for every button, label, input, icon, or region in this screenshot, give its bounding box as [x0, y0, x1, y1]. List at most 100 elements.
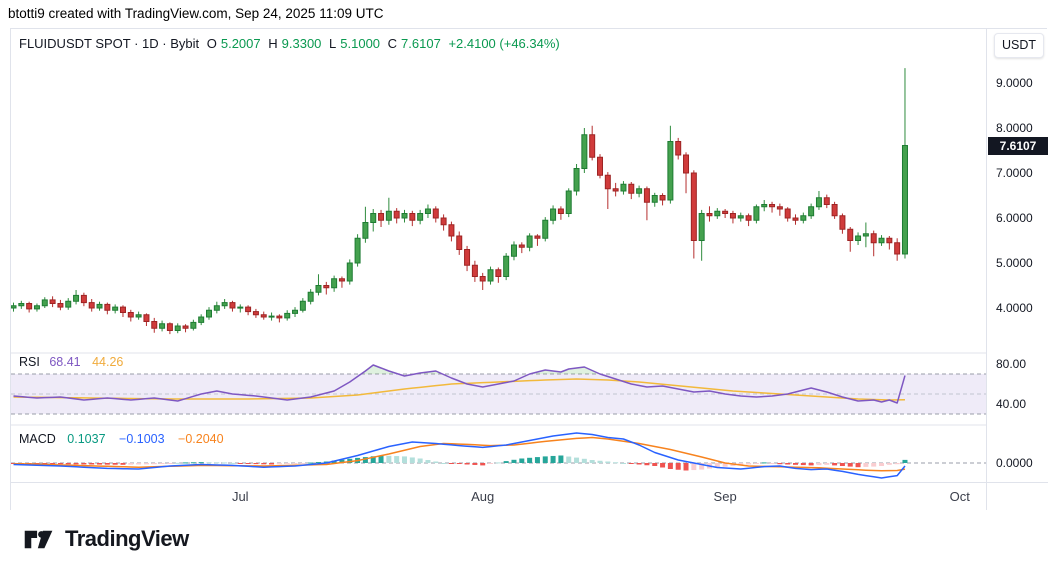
time-axis-label-Sep: Sep [714, 489, 737, 504]
macd-title: MACD [19, 432, 56, 446]
candle-body [746, 216, 751, 221]
candle-body [644, 189, 649, 203]
candle-body [582, 135, 587, 169]
macd-hist-bar [856, 463, 861, 467]
candle-body [543, 220, 548, 238]
macd-hist-bar [652, 463, 657, 466]
candle-body [551, 209, 556, 220]
macd-hist-bar [293, 463, 298, 464]
rsi-tick-40.00: 40.00 [996, 396, 1026, 412]
candle-body [801, 216, 806, 221]
candle-body [535, 236, 540, 238]
candle-body [558, 209, 563, 214]
macd-hist-value: 0.1037 [67, 432, 105, 446]
candle-body [238, 307, 243, 308]
macd-hist-bar [582, 459, 587, 463]
macd-hist-bar [801, 463, 806, 465]
macd-hist-bar [832, 463, 837, 465]
candle-body [754, 207, 759, 221]
rsi-legend[interactable]: RSI 68.41 44.26 [19, 355, 123, 369]
macd-hist-bar [238, 463, 243, 464]
macd-hist-bar [160, 463, 165, 464]
macd-tick-0.0000: 0.0000 [996, 455, 1033, 471]
candle-body [246, 307, 251, 312]
macd-hist-bar [144, 463, 149, 464]
candle-body [824, 198, 829, 205]
candle-body [684, 155, 689, 173]
candle-body [777, 207, 782, 209]
price-axis[interactable]: USDT 9.00008.00007.00006.00005.00004.000… [986, 29, 1048, 482]
macd-hist-bar [762, 462, 767, 463]
candle-body [89, 303, 94, 308]
candle-body [879, 238, 884, 243]
candle-body [770, 205, 775, 207]
macd-hist-bar [574, 458, 579, 463]
time-axis-label-Oct: Oct [950, 489, 970, 504]
candle-body [207, 310, 212, 317]
candle-body [191, 322, 196, 328]
time-axis[interactable]: JulAugSepOct [11, 482, 986, 510]
close-value: 7.6107 [401, 36, 441, 51]
candle-body [402, 214, 407, 219]
candle-body [50, 300, 55, 304]
candle-body [167, 324, 172, 331]
change-value: +2.4100 (+46.34%) [448, 36, 559, 51]
candle-body [113, 307, 118, 310]
candle-body [42, 300, 47, 306]
macd-hist-bar [777, 463, 782, 464]
candle-body [379, 214, 384, 221]
macd-hist-bar [441, 463, 446, 464]
candle-body [120, 307, 125, 312]
candle-body [605, 175, 610, 189]
candle-body [816, 198, 821, 207]
candle-body [347, 263, 352, 281]
macd-hist-bar [199, 462, 204, 463]
candle-body [433, 209, 438, 218]
candle-body [723, 211, 728, 213]
macd-legend[interactable]: MACD 0.1037 −0.1003 −0.2040 [19, 432, 224, 446]
macd-hist-bar [81, 463, 86, 464]
attribution-text: btotti9 created with TradingView.com, Se… [8, 6, 383, 21]
macd-hist-bar [300, 463, 305, 464]
currency-toggle-button[interactable]: USDT [994, 33, 1044, 58]
chart-canvas[interactable] [11, 29, 986, 482]
candle-body [27, 304, 32, 309]
tradingview-logo-text[interactable]: TradingView [65, 526, 189, 552]
candle-body [457, 236, 462, 250]
macd-hist-bar [120, 463, 125, 465]
macd-hist-bar [74, 463, 79, 464]
macd-hist-bar [543, 456, 548, 463]
last-price-badge: 7.6107 [988, 137, 1048, 155]
candle-body [691, 173, 696, 241]
macd-hist-bar [551, 456, 556, 463]
symbol-title[interactable]: FLUIDUSDT SPOT · 1D · Bybit [19, 36, 199, 51]
candle-body [214, 306, 219, 311]
candle-body [128, 313, 133, 318]
candle-body [871, 234, 876, 243]
macd-hist-bar [558, 456, 563, 464]
macd-hist-bar [433, 462, 438, 464]
tradingview-logo-icon[interactable] [24, 528, 56, 551]
candle-body [136, 315, 141, 317]
macd-hist-bar [394, 456, 399, 463]
macd-hist-bar [222, 462, 227, 463]
candle-body [511, 245, 516, 256]
candle-body [848, 229, 853, 240]
time-axis-label-Aug: Aug [471, 489, 494, 504]
macd-line-value: −0.1003 [119, 432, 165, 446]
candle-body [590, 135, 595, 158]
macd-hist-bar [472, 463, 477, 465]
candle-body [496, 270, 501, 277]
macd-hist-bar [684, 463, 689, 471]
symbol-legend[interactable]: FLUIDUSDT SPOT · 1D · Bybit O5.2007 H9.3… [19, 36, 564, 51]
candle-body [902, 146, 907, 254]
macd-hist-bar [566, 457, 571, 463]
candle-body [293, 310, 298, 313]
macd-hist-bar [863, 463, 868, 467]
candle-body [11, 306, 16, 308]
candle-body [809, 207, 814, 216]
candle-body [418, 214, 423, 221]
macd-hist-bar [660, 463, 665, 468]
time-axis-corner [986, 482, 1048, 510]
macd-hist-bar [207, 462, 212, 463]
